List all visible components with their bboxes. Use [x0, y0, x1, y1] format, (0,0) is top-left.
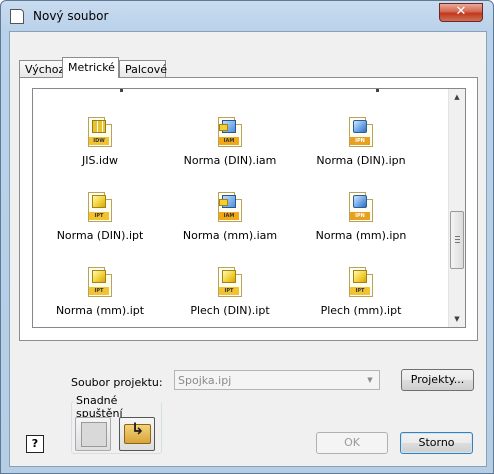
- list-item[interactable]: IPN Norma (DIN).ipn: [296, 117, 426, 167]
- projects-button[interactable]: Projekty...: [401, 369, 474, 391]
- arrow-icon: ↳: [131, 419, 145, 438]
- file-name: Norma (DIN).ipt: [56, 229, 144, 242]
- vertical-scrollbar[interactable]: ▲ ▼: [448, 89, 465, 327]
- list-item[interactable]: IDW JIS.idw: [35, 117, 165, 167]
- list-item[interactable]: IPN Norma (mm).ipn: [296, 192, 426, 242]
- file-name: Plech (DIN).ipt: [190, 304, 270, 317]
- project-file-value: Spojka.ipj: [178, 374, 232, 387]
- title-bar[interactable]: Nový soubor ✕: [1, 1, 493, 31]
- project-file-label: Soubor projektu:: [71, 376, 163, 389]
- ok-button[interactable]: OK: [316, 432, 388, 454]
- tab-vychozi[interactable]: Výchozí: [19, 60, 67, 78]
- template-list[interactable]: IDW JIS.idw IAM Norma (DIN).iam IPN Norm…: [32, 88, 466, 328]
- sheet-metal-icon: IPT: [348, 267, 374, 297]
- document-icon: [10, 9, 24, 24]
- list-item[interactable]: IPT Norma (mm).ipt: [35, 267, 165, 317]
- tab-metricke[interactable]: Metrické: [62, 57, 119, 78]
- list-item[interactable]: IAM Norma (DIN).iam: [165, 117, 295, 167]
- list-item-edge: [376, 89, 379, 92]
- file-name: Norma (mm).ipn: [315, 229, 407, 242]
- project-file-select[interactable]: Spojka.ipj ▼: [174, 370, 380, 390]
- part-icon: IPT: [87, 267, 113, 297]
- list-item[interactable]: IPT Norma (DIN).ipt: [35, 192, 165, 242]
- dialog-window: Nový soubor ✕ Výchozí Metrické Palcové I…: [0, 0, 494, 474]
- file-name: Norma (DIN).iam: [183, 154, 277, 167]
- assembly-icon: IAM: [217, 192, 243, 222]
- presentation-icon: IPN: [348, 117, 374, 147]
- drawing-icon: IDW: [87, 117, 113, 147]
- file-name: Norma (mm).ipt: [55, 304, 145, 317]
- chevron-down-icon[interactable]: ▼: [362, 372, 378, 388]
- file-name: Plech (mm).ipt: [320, 304, 402, 317]
- sheet-metal-icon: IPT: [217, 267, 243, 297]
- new-file-button[interactable]: [75, 417, 111, 451]
- presentation-icon: IPN: [348, 192, 374, 222]
- close-button[interactable]: ✕: [439, 3, 483, 22]
- part-icon: IPT: [87, 192, 113, 222]
- list-item[interactable]: IPT Plech (DIN).ipt: [165, 267, 295, 317]
- open-file-button[interactable]: ↳: [119, 417, 155, 451]
- scroll-down-icon[interactable]: ▼: [449, 311, 465, 327]
- scroll-thumb[interactable]: [450, 211, 464, 269]
- dialog-client-area: Výchozí Metrické Palcové IDW JIS.idw IAM…: [9, 31, 487, 467]
- list-item-edge: [120, 89, 123, 92]
- scroll-up-icon[interactable]: ▲: [449, 89, 465, 105]
- assembly-icon: IAM: [217, 117, 243, 147]
- blank-page-icon: [81, 422, 107, 447]
- window-title: Nový soubor: [33, 9, 109, 23]
- tab-palcove[interactable]: Palcové: [119, 60, 167, 78]
- cancel-button[interactable]: Storno: [400, 432, 473, 454]
- list-item[interactable]: IAM Norma (mm).iam: [165, 192, 295, 242]
- help-button[interactable]: ?: [26, 435, 44, 453]
- quick-launch-group: Snadné spuštění ↳: [71, 394, 162, 454]
- file-name: JIS.idw: [81, 154, 118, 167]
- list-item[interactable]: IPT Plech (mm).ipt: [296, 267, 426, 317]
- file-name: Norma (mm).iam: [182, 229, 278, 242]
- tab-panel-metricke: IDW JIS.idw IAM Norma (DIN).iam IPN Norm…: [19, 77, 478, 341]
- file-name: Norma (DIN).ipn: [316, 154, 406, 167]
